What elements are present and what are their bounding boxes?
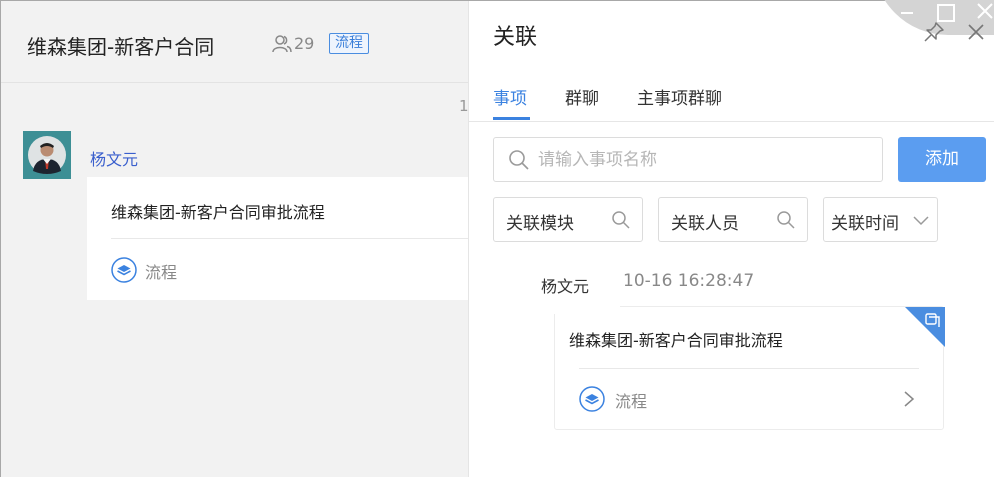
search-icon xyxy=(777,211,795,229)
divider xyxy=(111,238,468,239)
process-layers-icon xyxy=(579,386,605,412)
filter-module-label: 关联模块 xyxy=(506,214,574,234)
filter-time-label: 关联时间 xyxy=(831,214,899,234)
chat-header: 维森集团-新客户合同 29 流程 xyxy=(1,1,468,83)
linked-corner-icon xyxy=(905,307,945,347)
result-card-type: 流程 xyxy=(615,392,648,411)
result-time: 10-16 16:28:47 xyxy=(623,271,755,291)
search-box[interactable] xyxy=(493,137,883,182)
members-icon[interactable] xyxy=(272,34,292,54)
pin-icon[interactable] xyxy=(923,21,945,43)
process-layers-icon xyxy=(111,257,137,283)
tab-items[interactable]: 事项 xyxy=(493,84,527,109)
filter-module[interactable]: 关联模块 xyxy=(493,197,643,242)
avatar[interactable] xyxy=(23,131,71,179)
chevron-down-icon xyxy=(913,216,929,226)
chat-title: 维森集团-新客户合同 xyxy=(27,35,215,59)
avatar-image xyxy=(23,131,71,179)
popup-name: 杨文元 xyxy=(541,277,590,296)
member-count[interactable]: 29 xyxy=(294,34,314,53)
maximize-icon[interactable] xyxy=(937,4,955,22)
search-icon xyxy=(612,211,630,229)
filter-person[interactable]: 关联人员 xyxy=(658,197,808,242)
active-tab-indicator xyxy=(493,117,530,120)
message-card-type: 流程 xyxy=(145,263,178,282)
search-icon xyxy=(509,150,529,170)
chat-pane: 维森集团-新客户合同 29 流程 1 杨文元 维森集团-新客户合同审批流程 流程 xyxy=(1,1,468,477)
message-card-title: 维森集团-新客户合同审批流程 xyxy=(111,203,325,222)
divider xyxy=(579,368,919,369)
name-popup: 杨文元 xyxy=(480,256,620,314)
panel-title: 关联 xyxy=(493,25,538,50)
search-input[interactable] xyxy=(538,146,868,174)
filter-person-label: 关联人员 xyxy=(671,214,739,234)
result-card[interactable]: 维森集团-新客户合同审批流程 流程 xyxy=(554,306,945,430)
flow-tag-badge: 流程 xyxy=(329,33,369,54)
add-button[interactable]: 添加 xyxy=(898,137,986,182)
divider xyxy=(469,121,994,122)
filter-time[interactable]: 关联时间 xyxy=(823,197,938,242)
association-panel: 关联 事项 群聊 主事项群聊 添加 关联模块 关联人员 xyxy=(468,0,994,477)
minimize-icon[interactable] xyxy=(901,12,913,14)
message-time: 1 xyxy=(459,97,468,115)
message-card[interactable]: 维森集团-新客户合同审批流程 流程 xyxy=(87,177,468,300)
close-icon[interactable] xyxy=(967,23,985,41)
tab-main-item-group-chats[interactable]: 主事项群聊 xyxy=(637,84,722,109)
result-card-title: 维森集团-新客户合同审批流程 xyxy=(569,331,783,350)
sender-name[interactable]: 杨文元 xyxy=(90,146,138,170)
tab-group-chats[interactable]: 群聊 xyxy=(565,84,599,109)
chevron-right-icon[interactable] xyxy=(902,390,916,408)
window-close-icon[interactable] xyxy=(975,1,994,21)
